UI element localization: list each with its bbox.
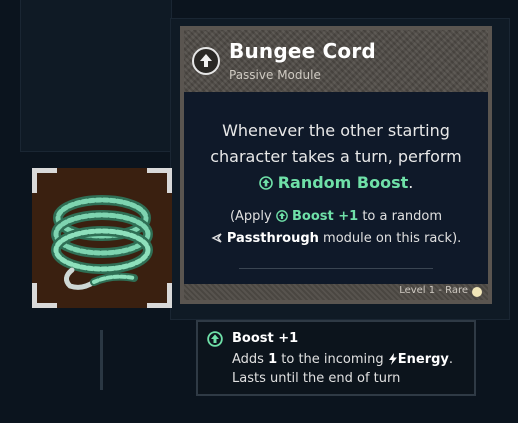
note-open: (Apply [229,209,276,224]
tooltip-line1-pre: Adds [232,352,269,367]
card-body: Whenever the other starting character ta… [184,92,488,288]
item-slot[interactable] [32,168,172,308]
background-panel-upper [20,0,172,152]
passthrough-icon [211,233,222,243]
description-line-1: Whenever the other starting [222,121,450,140]
random-boost-keyword[interactable]: Random Boost [278,173,409,192]
level-rarity-label: Level 1 - Rare [399,285,468,296]
boost-keyword-tooltip: Boost +1 Adds 1 to the incoming Energy. … [196,320,476,396]
module-type: Passive Module [229,68,321,82]
tooltip-amount: 1 [268,352,278,367]
card-divider [239,268,433,269]
boost-arrow-icon [192,47,220,75]
tooltip-title: Boost +1 [232,331,299,346]
description-period: . [408,173,414,192]
note-line-1: (Apply Boost +1 to a random [194,206,478,228]
note-end: module on this rack). [318,231,462,246]
boost-keyword[interactable]: Boost +1 [292,209,358,224]
coiled-rope-icon [51,195,153,290]
energy-keyword[interactable]: Energy [398,352,449,367]
boost-icon [258,176,273,190]
tooltip-line-1: Adds 1 to the incoming Energy. [232,352,453,367]
card-footer: Level 1 - Rare [184,284,488,300]
tooltip-line1-mid: to the incoming [277,352,388,367]
module-description: Whenever the other starting character ta… [194,118,478,196]
card-header: Bungee Cord Passive Module [184,30,488,92]
passthrough-keyword[interactable]: Passthrough [227,231,319,246]
description-line-3: Random Boost. [194,170,478,196]
boost-icon [207,331,223,347]
module-note: (Apply Boost +1 to a random Passthrough … [194,206,478,250]
tooltip-line1-end: . [448,352,454,367]
lightning-icon [388,353,397,365]
note-line-2: Passthrough module on this rack). [194,228,478,250]
module-info-card: Bungee Cord Passive Module Whenever the … [180,26,492,304]
boost-icon [276,210,288,222]
rarity-dot-icon [472,287,482,297]
description-line-2: character takes a turn, perform [210,147,462,166]
background-divider [100,330,103,390]
tooltip-line-2: Lasts until the end of turn [232,371,401,386]
module-title: Bungee Cord [229,39,376,63]
note-mid: to a random [358,209,443,224]
